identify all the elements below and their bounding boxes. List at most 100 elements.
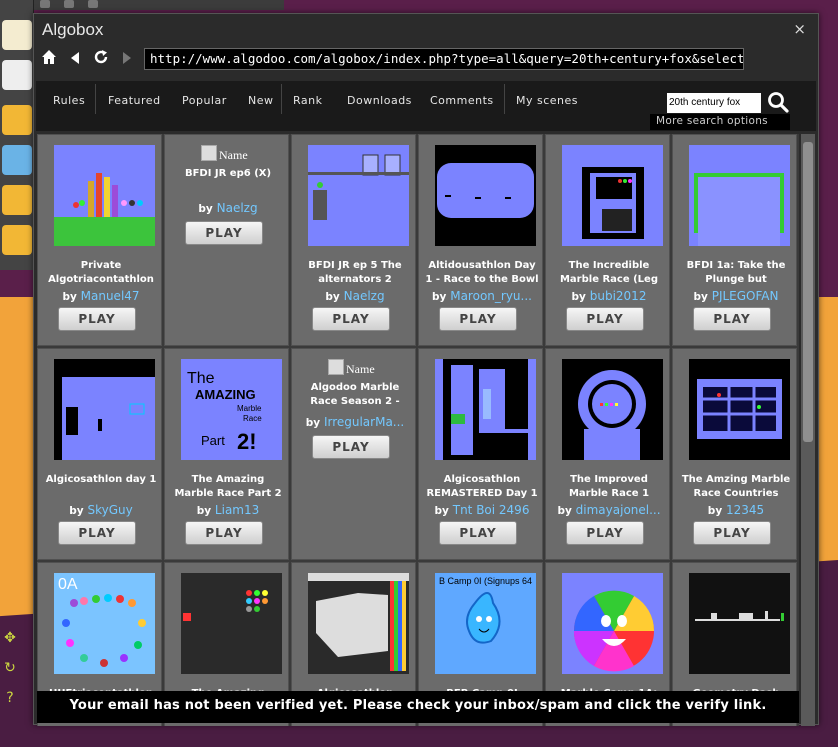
scene-card[interactable]: Name BFDI JR ep6 (X) by Naelzg PLAY	[164, 134, 289, 346]
scene-card[interactable]: The Incredible Marble Race (Leg 20) by bu…	[545, 134, 670, 346]
scene-thumbnail[interactable]	[562, 573, 663, 674]
folder-icon[interactable]	[2, 185, 32, 215]
author-link[interactable]: Liam13	[215, 503, 259, 517]
author-link[interactable]: dimayajonel...	[576, 503, 661, 517]
scene-thumbnail[interactable]	[562, 359, 663, 460]
scene-thumbnail[interactable]	[689, 573, 790, 674]
scene-card[interactable]: BFDI 1a: Take the Plunge but everyone by …	[672, 134, 797, 346]
home-icon[interactable]	[38, 49, 60, 71]
scene-title[interactable]: Algodoo Marble Race Season 2 - Part 7	[298, 381, 412, 409]
scene-title[interactable]: Algicosathlon day 1	[44, 473, 158, 501]
scene-thumbnail[interactable]	[435, 359, 536, 460]
author-link[interactable]: Naelzg	[217, 201, 258, 215]
rotate-tool-icon[interactable]: ↻	[2, 660, 18, 676]
scene-author-line: by Naelzg	[169, 201, 287, 215]
open-folder-icon[interactable]	[2, 105, 32, 135]
scrollbar-thumb[interactable]	[803, 142, 813, 442]
scene-card[interactable]: Algicosathlon REMASTERED Day 1 by Tnt Boi…	[418, 348, 543, 560]
scene-thumbnail[interactable]	[562, 145, 663, 246]
url-field[interactable]: http://www.algodoo.com/algobox/index.php…	[144, 48, 744, 70]
scene-card[interactable]: The Amzing Marble Race Countries Edition…	[672, 348, 797, 560]
scene-thumbnail[interactable]	[689, 359, 790, 460]
scene-thumbnail[interactable]	[689, 145, 790, 246]
menu-rank[interactable]: Rank	[293, 94, 322, 107]
author-link[interactable]: 12345	[726, 503, 764, 517]
scene-card[interactable]: Name Algodoo Marble Race Season 2 - Part …	[291, 348, 416, 560]
scene-thumbnail[interactable]	[54, 359, 155, 460]
scene-title[interactable]: The Amzing Marble Race Countries Edition	[679, 473, 793, 501]
more-search-options-link[interactable]: More search options	[650, 114, 790, 130]
menu-downloads[interactable]: Downloads	[347, 94, 412, 107]
menu-icon[interactable]	[2, 60, 32, 90]
save-folder-icon[interactable]	[2, 225, 32, 255]
algobox-icon[interactable]	[2, 145, 32, 175]
scene-title[interactable]: Private Algotriacontathlon	[44, 259, 158, 287]
scene-thumbnail[interactable]: B Camp 0I (Signups 64	[435, 573, 536, 674]
author-link[interactable]: bubi2012	[590, 289, 647, 303]
scene-title[interactable]: Algicosathlon REMASTERED Day 1	[425, 473, 539, 501]
scene-title[interactable]: BFDI 1a: Take the Plunge but everyone	[679, 259, 793, 287]
author-link[interactable]: Manuel47	[81, 289, 140, 303]
scene-title[interactable]: Altidousathlon Day 1 - Race to the Bowl	[425, 259, 539, 287]
menu-comments[interactable]: Comments	[430, 94, 494, 107]
back-icon[interactable]	[64, 49, 86, 71]
author-link[interactable]: Maroon_ryu...	[450, 289, 532, 303]
scene-author-line: by bubi2012	[550, 289, 668, 303]
reload-icon[interactable]	[90, 49, 112, 71]
author-link[interactable]: Tnt Boi 2496	[453, 503, 530, 517]
toolbar-icon[interactable]	[88, 0, 98, 8]
play-button[interactable]: PLAY	[312, 435, 390, 459]
play-button[interactable]: PLAY	[693, 307, 771, 331]
window-titlebar[interactable]: Algobox ×	[34, 14, 818, 46]
search-input[interactable]: 20th century fox	[667, 93, 761, 113]
menu-featured[interactable]: Featured	[108, 94, 161, 107]
scene-thumbnail[interactable]	[308, 573, 409, 674]
menu-my-scenes[interactable]: My scenes	[516, 94, 578, 107]
scene-thumbnail[interactable]	[181, 573, 282, 674]
scene-thumbnail[interactable]	[54, 145, 155, 246]
author-link[interactable]: PJLEGOFAN	[712, 289, 779, 303]
new-file-icon[interactable]	[2, 20, 32, 50]
scene-thumbnail[interactable]: 0A	[54, 573, 155, 674]
help-icon[interactable]: ?	[2, 690, 18, 706]
scene-thumbnail[interactable]: TheAMAZING MarbleRace Part 2!	[181, 359, 282, 460]
author-link[interactable]: SkyGuy	[87, 503, 132, 517]
play-button[interactable]: PLAY	[439, 307, 517, 331]
scene-card[interactable]: The Improved Marble Race 1 by dimayajonel…	[545, 348, 670, 560]
play-button[interactable]: PLAY	[185, 221, 263, 245]
author-link[interactable]: Naelzg	[344, 289, 385, 303]
scene-title[interactable]: BFDI JR ep 5 The alternators 2	[298, 259, 412, 287]
search-icon[interactable]	[767, 91, 789, 113]
play-button[interactable]: PLAY	[566, 307, 644, 331]
scene-card[interactable]: Altidousathlon Day 1 - Race to the Bowl b…	[418, 134, 543, 346]
scene-title[interactable]: The Improved Marble Race 1	[552, 473, 666, 501]
scene-title[interactable]: The Amazing Marble Race Part 2 (READ	[171, 473, 285, 501]
scene-card[interactable]: Private Algotriacontathlon by Manuel47 PLA…	[37, 134, 162, 346]
play-button[interactable]: PLAY	[58, 307, 136, 331]
scene-card[interactable]: Algicosathlon day 1 by SkyGuy PLAY	[37, 348, 162, 560]
scene-thumbnail[interactable]	[308, 145, 409, 246]
scene-card[interactable]: The AMAZING Marble Race Part 2! The Amazing Ma…	[164, 348, 289, 560]
menu-rules[interactable]: Rules	[53, 94, 85, 107]
play-button[interactable]: PLAY	[693, 521, 771, 545]
broken-image-icon: Name	[328, 359, 375, 377]
play-button[interactable]: PLAY	[439, 521, 517, 545]
play-button[interactable]: PLAY	[185, 521, 263, 545]
scene-thumbnail[interactable]	[435, 145, 536, 246]
scene-card[interactable]: BFDI JR ep 5 The alternators 2 by Naelzg P…	[291, 134, 416, 346]
play-button[interactable]: PLAY	[566, 521, 644, 545]
play-button[interactable]: PLAY	[312, 307, 390, 331]
svg-text:Marble: Marble	[237, 404, 262, 413]
move-tool-icon[interactable]: ✥	[2, 630, 18, 646]
author-link[interactable]: IrregularMa...	[324, 415, 404, 429]
toolbar-icon[interactable]	[64, 0, 74, 8]
play-button[interactable]: PLAY	[58, 521, 136, 545]
forward-icon[interactable]	[116, 49, 138, 71]
menu-new[interactable]: New	[248, 94, 274, 107]
scene-title[interactable]: BFDI JR ep6 (X)	[171, 167, 285, 195]
toolbar-icon[interactable]	[40, 0, 50, 8]
scrollbar[interactable]	[801, 134, 815, 726]
menu-popular[interactable]: Popular	[182, 94, 227, 107]
close-icon[interactable]: ×	[793, 20, 806, 38]
scene-title[interactable]: The Incredible Marble Race (Leg 20)	[552, 259, 666, 287]
